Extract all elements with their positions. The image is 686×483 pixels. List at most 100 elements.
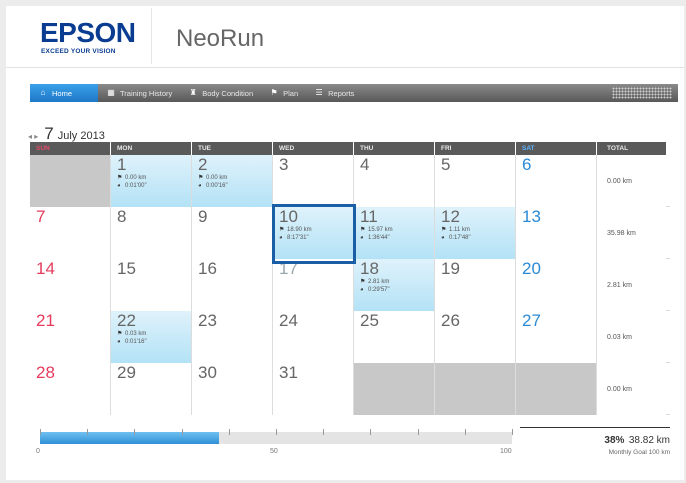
month-header: ◂ ▸ 7 July 2013 [28, 124, 105, 144]
nav-label: Plan [283, 88, 299, 98]
calendar-day-7[interactable]: 7 [30, 207, 111, 259]
calendar-day-26[interactable]: 26 [435, 311, 516, 363]
calendar-day-9[interactable]: 9 [192, 207, 273, 259]
monthly-goal-progress: 0 50 100 38% 38.82 km Monthly Goal 100 k… [30, 420, 676, 462]
calendar-day-27[interactable]: 27 [516, 311, 597, 363]
nav-plan[interactable]: ⚑ Plan [261, 84, 306, 102]
calendar-day-2[interactable]: 2 ⚑ 0.00 km ◕ 0:00'16" [192, 155, 273, 207]
calendar-day-20[interactable]: 20 [516, 259, 597, 311]
nav-reports[interactable]: ☰ Reports [306, 84, 362, 102]
runner-icon: ⚑ [117, 175, 123, 181]
calendar-day-8[interactable]: 8 [111, 207, 192, 259]
weekday-wed: WED [273, 142, 354, 155]
calendar-empty-cell [516, 363, 597, 415]
day-time: ◕ 0:29'57" [360, 286, 434, 294]
day-number: 18 [360, 259, 379, 278]
day-number: 23 [198, 311, 217, 330]
distance-value: 18.90 km [287, 227, 312, 233]
time-value: 0:00'16" [206, 183, 228, 189]
scale-min-label: 0 [36, 448, 40, 455]
calendar-day-6[interactable]: 6 [516, 155, 597, 207]
day-number: 30 [198, 363, 217, 382]
calendar-day-4[interactable]: 4 [354, 155, 435, 207]
goal-distance: 38.82 km [628, 435, 670, 446]
day-number: 29 [117, 363, 136, 382]
calendar-day-29[interactable]: 29 [111, 363, 192, 415]
day-distance: ⚑ 0.00 km [117, 174, 191, 182]
calendar-empty-cell [354, 363, 435, 415]
goal-line: 38% 38.82 km [520, 427, 670, 448]
calendar-week-row: 21 22 ⚑ 0.03 km ◕ 0:01'16" 23 24 25 26 27 0.03 km [30, 311, 670, 363]
calendar-day-16[interactable]: 16 [192, 259, 273, 311]
day-number: 10 [279, 207, 298, 226]
progress-tick [370, 429, 372, 435]
day-distance: ⚑ 0.03 km [117, 330, 191, 338]
week-total: 0.00 km [597, 155, 666, 207]
calendar-day-1[interactable]: 1 ⚑ 0.00 km ◕ 0:01'00" [111, 155, 192, 207]
calendar: SUN MON TUE WED THU FRI SAT TOTAL 1 ⚑ 0.00… [30, 142, 670, 415]
calendar-day-24[interactable]: 24 [273, 311, 354, 363]
day-distance: ⚑ 2.81 km [360, 278, 434, 286]
time-value: 1:36'44" [368, 235, 390, 241]
day-number: 15 [117, 259, 136, 278]
day-number: 1 [117, 155, 127, 174]
clock-icon: ◕ [198, 183, 202, 189]
calendar-empty-cell [435, 363, 516, 415]
week-total: 35.98 km [597, 207, 666, 259]
day-number: 22 [117, 311, 136, 330]
app-title: NeoRun [176, 25, 265, 52]
nav-training-history[interactable]: ▦ Training History [98, 84, 180, 102]
nav-body-condition[interactable]: ♜ Body Condition [180, 84, 261, 102]
calendar-day-10[interactable]: 10 ⚑ 18.90 km ◕ 8:17'31" [273, 207, 354, 259]
calendar-day-19[interactable]: 19 [435, 259, 516, 311]
distance-value: 0.00 km [206, 175, 228, 181]
distance-value: 2.81 km [368, 279, 390, 285]
calendar-day-25[interactable]: 25 [354, 311, 435, 363]
progress-tick [276, 429, 277, 435]
month-year: July 2013 [57, 130, 105, 142]
calendar-day-11[interactable]: 11 ⚑ 15.97 km ◕ 1:36'44" [354, 207, 435, 259]
calendar-header: SUN MON TUE WED THU FRI SAT TOTAL [30, 142, 670, 155]
calendar-day-21[interactable]: 21 [30, 311, 111, 363]
calendar-day-30[interactable]: 30 [192, 363, 273, 415]
day-number: 7 [36, 207, 46, 226]
calendar-day-17[interactable]: 17 [273, 259, 354, 311]
progress-tick [228, 429, 230, 435]
day-number: 24 [279, 311, 298, 330]
runner-icon: ⚑ [441, 227, 447, 233]
day-number: 17 [279, 259, 298, 278]
day-distance: ⚑ 18.90 km [279, 226, 353, 234]
calendar-day-15[interactable]: 15 [111, 259, 192, 311]
nav-label: Training History [120, 88, 173, 98]
brand-bar: EPSON EXCEED YOUR VISION NeoRun [6, 6, 684, 68]
nav-home[interactable]: ⌂ Home [30, 84, 98, 102]
calendar-day-28[interactable]: 28 [30, 363, 111, 415]
clock-icon: ◕ [117, 183, 121, 189]
calendar-day-13[interactable]: 13 [516, 207, 597, 259]
month-nav-arrows-icon[interactable]: ◂ ▸ [28, 132, 38, 141]
calendar-day-22[interactable]: 22 ⚑ 0.03 km ◕ 0:01'16" [111, 311, 192, 363]
calendar-day-5[interactable]: 5 [435, 155, 516, 207]
calendar-day-3[interactable]: 3 [273, 155, 354, 207]
distance-value: 0.03 km [125, 331, 147, 337]
flag-icon: ⚑ [270, 88, 278, 97]
day-number: 13 [522, 207, 541, 226]
selected-day: 7 [44, 124, 54, 143]
runner-icon: ⚑ [279, 227, 285, 233]
time-value: 0:29'57" [368, 287, 390, 293]
week-total: 0.00 km [597, 363, 666, 415]
day-time: ◕ 0:01'00" [117, 182, 191, 190]
calendar-day-31[interactable]: 31 [273, 363, 354, 415]
day-time: ◕ 0:00'16" [198, 182, 272, 190]
calendar-week-row: 7 8 9 10 ⚑ 18.90 km ◕ 8:17'31" 11 ⚑ 15.97 km ◕ 1:36'… [30, 207, 670, 259]
clock-icon: ◕ [279, 235, 283, 241]
weekday-total: TOTAL [597, 142, 666, 155]
day-number: 6 [522, 155, 532, 174]
calendar-day-18[interactable]: 18 ⚑ 2.81 km ◕ 0:29'57" [354, 259, 435, 311]
day-number: 28 [36, 363, 55, 382]
day-number: 11 [360, 207, 378, 226]
calendar-day-23[interactable]: 23 [192, 311, 273, 363]
day-number: 4 [360, 155, 370, 174]
calendar-day-14[interactable]: 14 [30, 259, 111, 311]
calendar-day-12[interactable]: 12 ⚑ 1.11 km ◕ 0:17'48" [435, 207, 516, 259]
